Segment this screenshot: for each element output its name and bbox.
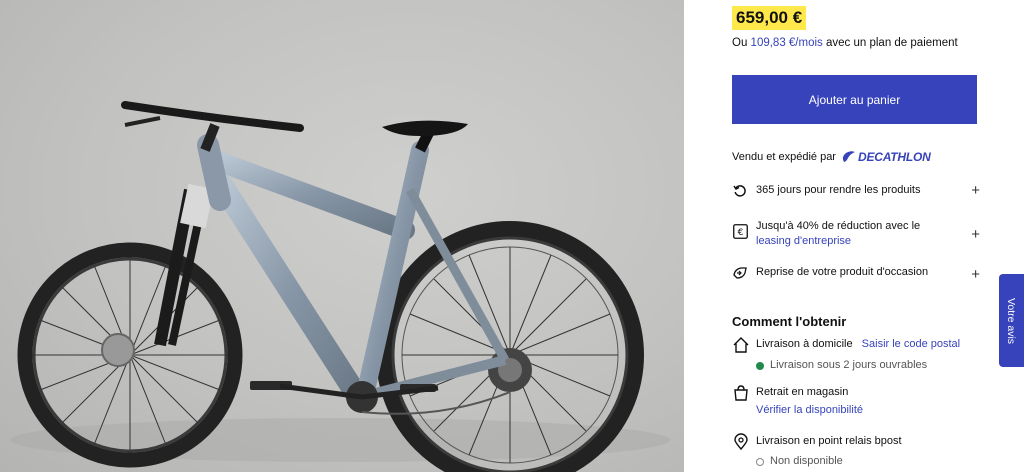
home-delivery-label: Livraison à domicile xyxy=(756,338,853,350)
mountain-bike-illustration xyxy=(10,101,670,472)
benefit-trade-in-text: Reprise de votre produit d'occasion xyxy=(756,266,929,278)
relay-status: Non disponible xyxy=(756,454,843,469)
brand-name: DECATHLON xyxy=(857,150,931,164)
benefit-returns-text: 365 jours pour rendre les produits xyxy=(756,184,921,196)
status-dot-available xyxy=(756,361,764,370)
store-pickup-label: Retrait en magasin xyxy=(756,386,849,398)
price-tag: 659,00 € xyxy=(732,6,807,30)
expand-plus-icon[interactable]: + xyxy=(971,227,980,242)
relay-status-text: Non disponible xyxy=(770,455,843,467)
seller-line: Vendu et expédié par DECATHLON xyxy=(732,150,931,164)
payment-plan-line: Ou 109,83 €/mois avec un plan de paiemen… xyxy=(732,37,958,49)
expand-plus-icon[interactable]: + xyxy=(971,267,980,282)
payment-prefix: Ou xyxy=(732,37,748,49)
product-image xyxy=(0,0,684,472)
leasing-link[interactable]: leasing d'entreprise xyxy=(756,235,851,247)
monthly-amount-link[interactable]: 109,83 €/mois xyxy=(751,37,823,49)
location-pin-icon xyxy=(734,433,748,451)
euro-icon: € xyxy=(732,223,748,239)
store-bag-icon xyxy=(734,385,748,401)
trade-in-icon xyxy=(732,265,748,281)
home-delivery-status-text: Livraison sous 2 jours ouvrables xyxy=(770,359,928,371)
benefit-leasing[interactable]: € Jusqu'à 40% de réduction avec le leasi… xyxy=(732,219,980,249)
feedback-tab[interactable]: Votre avis xyxy=(999,274,1024,367)
seller-text: Vendu et expédié par xyxy=(732,151,836,163)
decathlon-logo: DECATHLON xyxy=(840,150,931,164)
benefit-trade-in[interactable]: Reprise de votre produit d'occasion + xyxy=(732,265,980,282)
status-dot-unavailable xyxy=(756,457,764,466)
home-icon xyxy=(733,337,749,353)
add-to-cart-button[interactable]: Ajouter au panier xyxy=(732,75,977,124)
feedback-tab-label: Votre avis xyxy=(1005,297,1018,344)
enter-postal-code-link[interactable]: Saisir le code postal xyxy=(862,338,960,350)
svg-text:€: € xyxy=(737,228,743,238)
home-delivery-status: Livraison sous 2 jours ouvrables xyxy=(756,358,927,373)
decathlon-mark-icon xyxy=(842,151,855,162)
check-availability-link[interactable]: Vérifier la disponibilité xyxy=(756,403,863,418)
payment-suffix: avec un plan de paiement xyxy=(826,37,958,49)
delivery-section-title: Comment l'obtenir xyxy=(732,314,847,329)
relay-point-label: Livraison en point relais bpost xyxy=(756,435,902,447)
return-icon xyxy=(732,183,748,199)
benefit-returns[interactable]: 365 jours pour rendre les produits + xyxy=(732,183,980,199)
expand-plus-icon[interactable]: + xyxy=(971,183,980,198)
benefit-leasing-text: Jusqu'à 40% de réduction avec le xyxy=(756,220,921,232)
product-buy-panel: 659,00 € Ou 109,83 €/mois avec un plan d… xyxy=(684,0,1024,472)
